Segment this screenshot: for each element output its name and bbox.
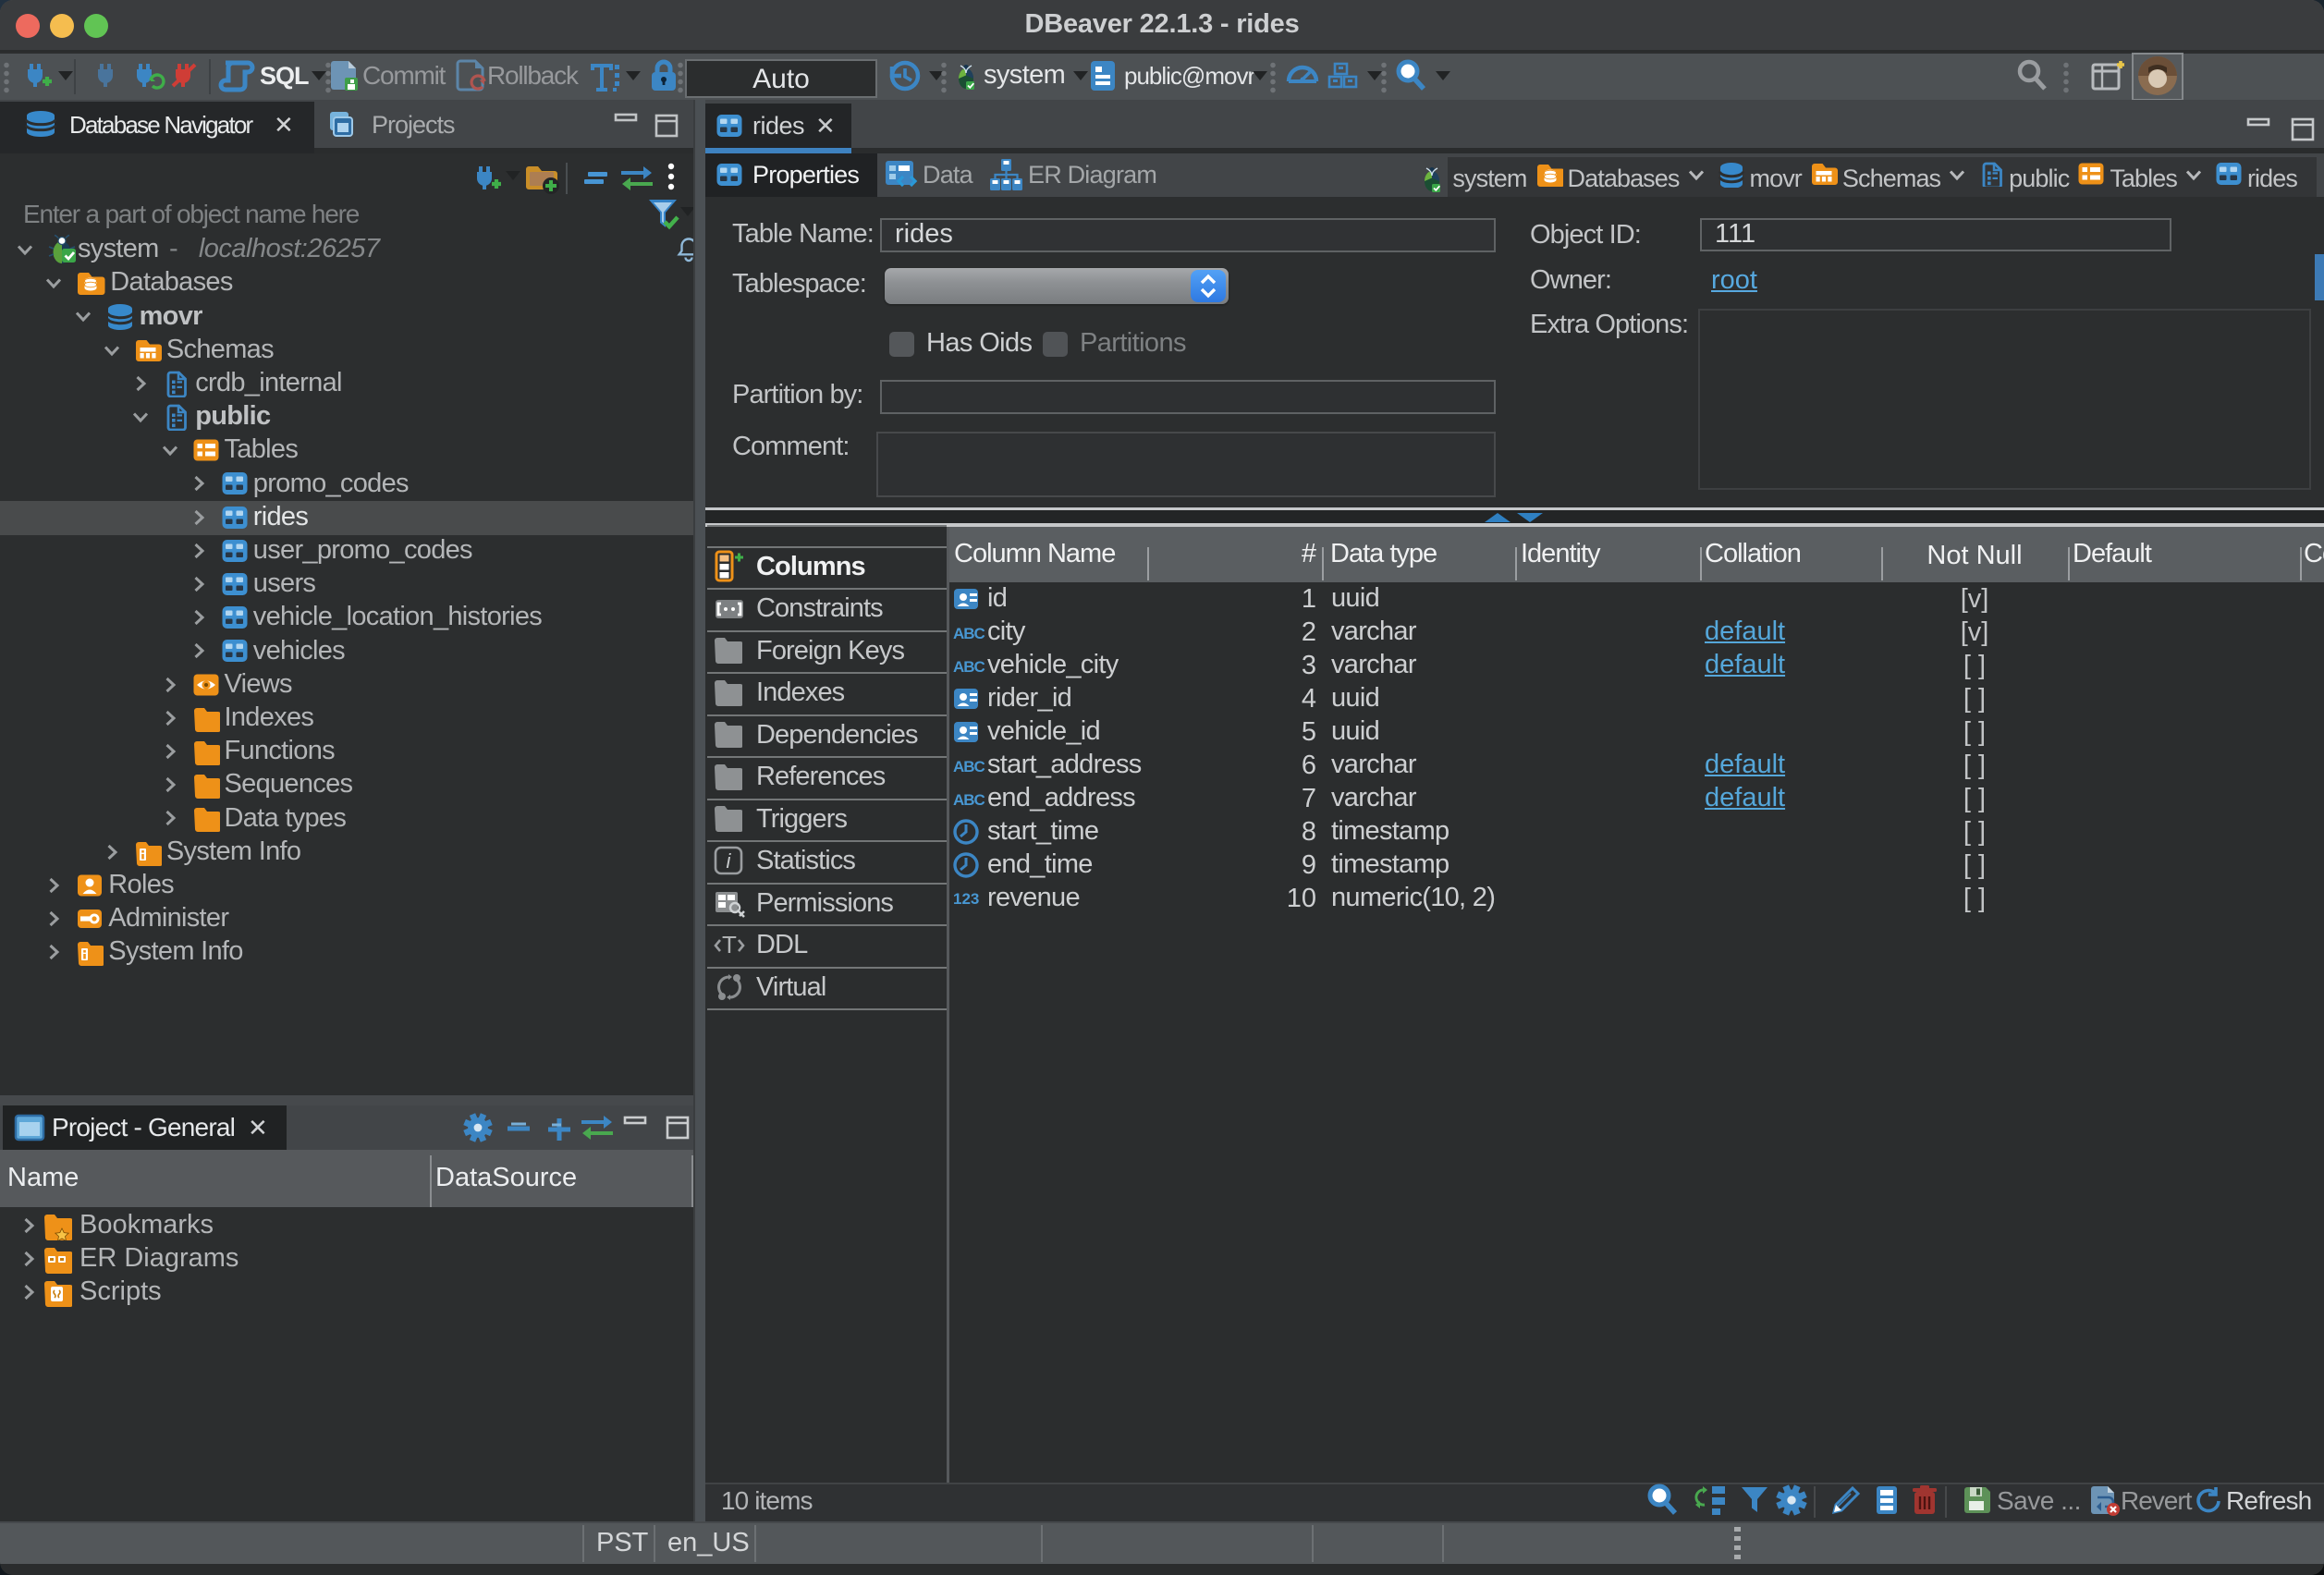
svg-text:ABC: ABC [953,791,985,809]
svg-text:ABC: ABC [953,758,985,775]
svg-text:123: 123 [953,890,979,908]
svg-text:ABC: ABC [953,658,985,676]
svg-text:i: i [727,849,732,873]
svg-text:T: T [722,931,737,958]
svg-text:ABC: ABC [953,625,985,642]
